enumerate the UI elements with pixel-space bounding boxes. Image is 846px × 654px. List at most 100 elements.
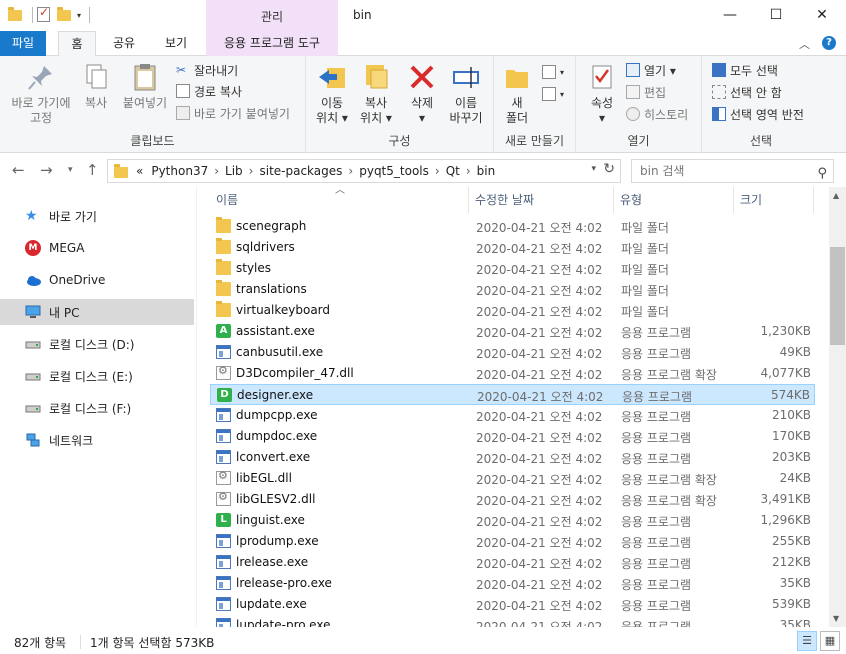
folder-icon[interactable] [8,7,24,23]
nav-item-mega[interactable]: M MEGA [0,235,194,261]
copy-path-button[interactable]: 경로 복사 [176,81,242,101]
details-view-icon[interactable]: ☰ [797,631,817,651]
customize-toolbar-icon[interactable]: ▾ [77,11,81,20]
copy-to-button[interactable]: 복사 위치 ▾ [356,62,396,126]
new-folder-icon[interactable] [57,7,73,23]
vertical-scrollbar[interactable]: ▲ ▼ [829,187,846,627]
nav-item-quick-access[interactable]: ★ 바로 가기 [0,203,194,229]
large-icons-view-icon[interactable]: ▦ [820,631,840,651]
breadcrumb-pyqt5-tools[interactable]: pyqt5_tools [359,164,429,178]
breadcrumb-lib[interactable]: Lib [225,164,243,178]
file-row[interactable]: Llinguist.exe 2020-04-21 오전 4:02 응용 프로그램 1,… [210,510,815,531]
column-header-name[interactable]: 이름 [210,187,469,213]
file-date: 2020-04-21 오전 4:02 [476,599,603,613]
scrollbar-thumb[interactable] [830,247,845,345]
tab-share[interactable]: 공유 [104,31,144,56]
file-date: 2020-04-21 오전 4:02 [476,242,603,256]
pin-quick-access-button[interactable]: 바로 가기에 고정 [4,62,78,126]
file-row[interactable]: sqldrivers 2020-04-21 오전 4:02 파일 폴더 [210,237,815,258]
paste-shortcut-button[interactable]: 바로 가기 붙여넣기 [176,103,290,123]
chevron-down-icon[interactable]: ▾ [591,164,596,174]
nav-item-drive-f[interactable]: 로컬 디스크 (F:) [0,395,194,421]
back-arrow-icon[interactable]: ← [12,161,25,179]
paste-button[interactable]: 붙여넣기 [118,62,172,111]
nav-item-onedrive[interactable]: OneDrive [0,267,194,293]
tab-home[interactable]: 홈 [58,31,96,57]
invert-selection-button[interactable]: 선택 영역 반전 [712,104,804,124]
file-date: 2020-04-21 오전 4:02 [476,326,603,340]
nav-item-drive-e[interactable]: 로컬 디스크 (E:) [0,363,194,389]
file-name: libGLESV2.dll [236,492,316,506]
file-row[interactable]: Ddesigner.exe 2020-04-21 오전 4:02 응용 프로그램 57… [210,384,815,405]
tab-view[interactable]: 보기 [153,31,199,56]
breadcrumb-python37[interactable]: Python37 [151,164,208,178]
easy-access-button[interactable]: ▾ [542,84,564,104]
search-input[interactable]: bin 검색 ⚲ [631,159,834,183]
recent-locations-icon[interactable]: ▾ [68,165,73,175]
close-button[interactable]: ✕ [799,0,845,31]
up-arrow-icon[interactable]: ↑ [86,161,99,179]
move-to-button[interactable]: 이동 위치 ▾ [312,62,352,126]
column-header-type[interactable]: 유형 [614,187,734,213]
forward-arrow-icon[interactable]: → [40,161,53,179]
breadcrumb-site-packages[interactable]: site-packages [259,164,342,178]
nav-item-network[interactable]: 네트워크 [0,427,194,453]
scroll-down-icon[interactable]: ▼ [833,614,839,623]
pin-icon [26,62,56,92]
chevron-up-icon[interactable]: ︿ [799,36,810,52]
column-header-date[interactable]: 수정한 날짜 [469,187,614,213]
new-folder-button[interactable]: 새 폴더 [500,62,534,126]
file-row[interactable]: Aassistant.exe 2020-04-21 오전 4:02 응용 프로그램 1… [210,321,815,342]
nav-item-this-pc[interactable]: 내 PC [0,299,194,325]
file-row[interactable]: styles 2020-04-21 오전 4:02 파일 폴더 [210,258,815,279]
breadcrumb-overflow[interactable]: « [136,164,143,178]
cut-button[interactable]: ✂ 잘라내기 [176,60,238,80]
delete-button[interactable]: 삭제 ▾ [404,62,440,126]
help-icon[interactable]: ? [822,36,836,50]
file-size: 1,296KB [760,513,811,527]
file-row[interactable]: libEGL.dll 2020-04-21 오전 4:02 응용 프로그램 확장 24… [210,468,815,489]
new-item-button[interactable]: ▾ [542,62,564,82]
properties-button[interactable]: 속성 ▾ [584,62,620,126]
dll-file-icon [216,469,231,485]
breadcrumb-qt[interactable]: Qt [446,164,460,178]
file-row[interactable]: scenegraph 2020-04-21 오전 4:02 파일 폴더 [210,216,815,237]
history-button[interactable]: 히스토리 [626,104,688,124]
file-row[interactable]: dumpcpp.exe 2020-04-21 오전 4:02 응용 프로그램 210K… [210,405,815,426]
file-row[interactable]: lrelease-pro.exe 2020-04-21 오전 4:02 응용 프로그… [210,573,815,594]
file-row[interactable]: D3Dcompiler_47.dll 2020-04-21 오전 4:02 응용 프… [210,363,815,384]
file-name: lconvert.exe [236,450,311,464]
open-button[interactable]: 열기 ▾ [626,60,676,80]
qt-app-icon: D [217,388,232,402]
tab-app-tools[interactable]: 응용 프로그램 도구 [206,31,338,56]
pane-divider[interactable] [196,187,197,627]
file-type: 응용 프로그램 [621,557,692,571]
properties-icon[interactable] [37,5,53,23]
refresh-icon[interactable]: ↻ [603,161,615,177]
scroll-up-icon[interactable]: ▲ [833,191,839,200]
file-row[interactable]: lrelease.exe 2020-04-21 오전 4:02 응용 프로그램 212… [210,552,815,573]
file-row[interactable]: virtualkeyboard 2020-04-21 오전 4:02 파일 폴더 [210,300,815,321]
select-none-button[interactable]: 선택 안 함 [712,82,782,102]
file-row[interactable]: canbusutil.exe 2020-04-21 오전 4:02 응용 프로그램 4… [210,342,815,363]
application-icon [216,408,231,422]
column-header-size[interactable]: 크기 [734,187,814,213]
maximize-button[interactable]: ☐ [753,0,799,31]
paste-shortcut-icon [176,106,190,120]
rename-button[interactable]: 이름 바꾸기 [444,62,488,126]
tab-file[interactable]: 파일 [0,31,46,56]
file-row[interactable]: dumpdoc.exe 2020-04-21 오전 4:02 응용 프로그램 170K… [210,426,815,447]
file-row[interactable]: lupdate.exe 2020-04-21 오전 4:02 응용 프로그램 539K… [210,594,815,615]
address-bar[interactable]: « Python37 › Lib › site-packages › pyqt5… [107,159,621,183]
breadcrumb-bin[interactable]: bin [477,164,496,178]
file-row[interactable]: lconvert.exe 2020-04-21 오전 4:02 응용 프로그램 203… [210,447,815,468]
file-row[interactable]: translations 2020-04-21 오전 4:02 파일 폴더 [210,279,815,300]
file-size: 1,230KB [760,324,811,338]
edit-button[interactable]: 편집 [626,82,666,102]
select-all-button[interactable]: 모두 선택 [712,60,778,80]
copy-button[interactable]: 복사 [78,62,114,111]
nav-item-drive-d[interactable]: 로컬 디스크 (D:) [0,331,194,357]
minimize-button[interactable]: — [707,0,753,31]
file-row[interactable]: libGLESV2.dll 2020-04-21 오전 4:02 응용 프로그램 확… [210,489,815,510]
file-row[interactable]: lprodump.exe 2020-04-21 오전 4:02 응용 프로그램 255… [210,531,815,552]
